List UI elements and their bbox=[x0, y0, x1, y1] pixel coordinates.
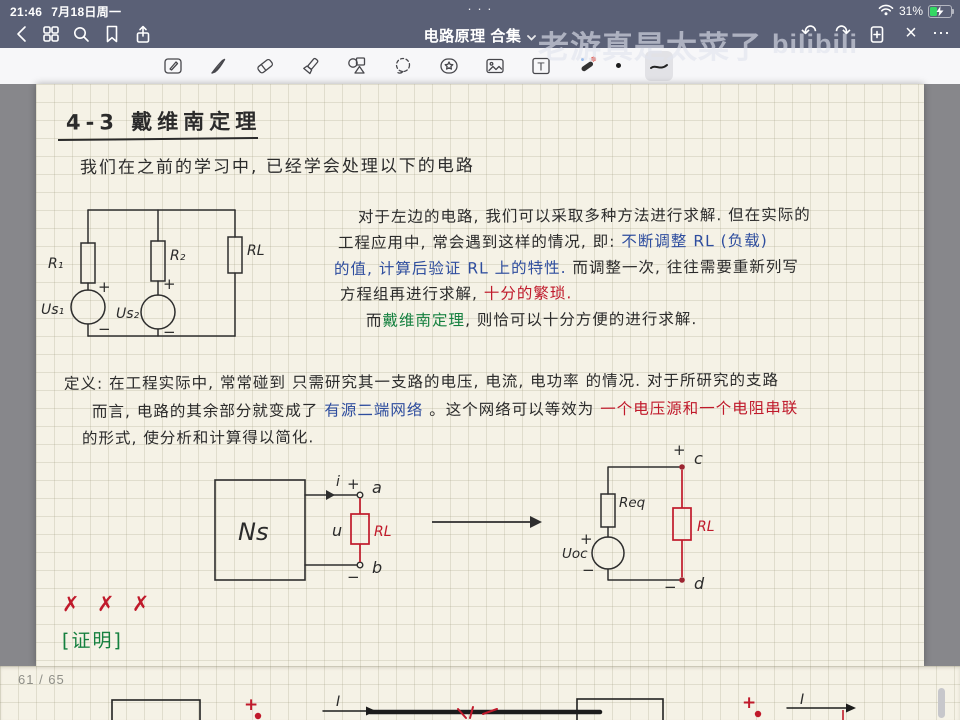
minus-sign: − bbox=[98, 320, 111, 338]
label-r1: R₁ bbox=[48, 256, 63, 272]
para-line-3: 的值, 计算后验证 RL 上的特性. 而调整一次, 往往需要重新列写 bbox=[333, 257, 799, 279]
minus-sign: − bbox=[664, 578, 677, 594]
sticker-tool-icon[interactable] bbox=[434, 51, 463, 80]
label-req: Req bbox=[619, 495, 646, 511]
notebook-page-61[interactable]: 4-3 戴维南定理 我们在之前的学习中, 已经学会处理以下的电路 R₁ Us₁ … bbox=[36, 84, 924, 666]
definition-line-2: 而言, 电路的其余部分就变成了 有源二端网络 。这个网络可以等效为 一个电压源和… bbox=[91, 399, 799, 421]
multitask-indicator: · · · bbox=[467, 1, 493, 16]
text-tool-label: T bbox=[536, 60, 544, 73]
image-tool-icon[interactable] bbox=[480, 51, 509, 80]
charging-bolt-icon bbox=[936, 5, 944, 16]
para-line-1: 对于左边的电路, 我们可以采取多种方法进行求解. 但在实际的 bbox=[357, 205, 811, 227]
intro-line: 我们在之前的学习中, 已经学会处理以下的电路 bbox=[79, 155, 475, 179]
label-node-b: b bbox=[372, 558, 382, 577]
label-node-c: c bbox=[694, 449, 703, 468]
circuit-two-sources: R₁ Us₁ R₂ Us₂ RL + − + − bbox=[41, 209, 265, 341]
label-node-d: d bbox=[694, 574, 705, 593]
plus-sign: + bbox=[580, 530, 593, 548]
status-right: 31% bbox=[878, 3, 954, 19]
notebook-page-62-partial[interactable]: I I + + bbox=[0, 666, 960, 720]
text-tool-icon[interactable]: T bbox=[526, 51, 555, 80]
definition-line-1: 定义: 在工程实际中, 常常碰到 只需研究其一支路的电压, 电流, 电功率 的情… bbox=[63, 371, 779, 393]
nav-bar: 电路原理 合集 ↶ ↷ × ⋯ bbox=[0, 20, 960, 48]
plus-sign: + bbox=[163, 275, 176, 293]
label-uoc: Uoc bbox=[562, 546, 588, 562]
pen-tool-icon[interactable] bbox=[204, 51, 233, 80]
label-u: u bbox=[332, 521, 342, 540]
heading-underline bbox=[57, 136, 259, 142]
label-rl-red: RL bbox=[374, 524, 392, 540]
redo-icon[interactable]: ↷ bbox=[830, 20, 856, 46]
highlighter-tool-icon[interactable] bbox=[296, 51, 325, 80]
laser-pointer-tool-icon[interactable] bbox=[572, 51, 601, 80]
close-icon[interactable]: × bbox=[898, 20, 924, 46]
thevenin-diagrams: Ns i a b u Req Uoc c d RL RL + − + − + − bbox=[214, 444, 715, 594]
battery-icon bbox=[928, 4, 954, 18]
plus-sign: + bbox=[98, 278, 111, 296]
label-current-I: I bbox=[336, 694, 340, 710]
undo-icon[interactable]: ↶ bbox=[796, 20, 822, 46]
label-rl-red: RL bbox=[697, 519, 715, 535]
plus-sign-red: + bbox=[244, 695, 258, 715]
more-icon[interactable]: ⋯ bbox=[928, 20, 954, 46]
drawing-toolbar: T bbox=[0, 48, 960, 85]
note-canvas[interactable]: 4-3 戴维南定理 我们在之前的学习中, 已经学会处理以下的电路 R₁ Us₁ … bbox=[0, 84, 960, 720]
shapes-tool-icon[interactable] bbox=[342, 51, 371, 80]
label-rl: RL bbox=[247, 243, 265, 259]
partial-proof-diagram: I I + + bbox=[111, 692, 856, 720]
top-bars: 21:46 7月18日周一 · · · 31% 电路原理 合集 ↶ ↷ × ⋯ bbox=[0, 0, 960, 48]
section-heading: 4-3 戴维南定理 bbox=[65, 109, 262, 135]
wifi-icon bbox=[878, 3, 894, 19]
minus-sign: − bbox=[347, 568, 360, 586]
importance-marks: ✗ ✗ ✗ bbox=[61, 591, 155, 617]
label-current-I: I bbox=[800, 692, 804, 708]
para-line-4: 方程组再进行求解, 十分的繁琐. bbox=[339, 284, 573, 304]
status-bar: 21:46 7月18日周一 · · · 31% bbox=[0, 0, 960, 20]
read-only-mode-icon[interactable] bbox=[158, 51, 187, 80]
label-us1: Us₁ bbox=[41, 302, 64, 318]
para-line-2: 工程应用中, 常会遇到这样的情况, 即: 不断调整 RL (负载) bbox=[337, 231, 768, 253]
plus-sign-red: + bbox=[742, 693, 756, 713]
label-r2: R₂ bbox=[170, 248, 186, 264]
app-screen: 21:467月18日周一 · · · 31% 电路原理 合集 ↶ ↷ × ⋯ bbox=[0, 0, 960, 720]
plus-sign: + bbox=[347, 475, 360, 493]
add-page-icon[interactable] bbox=[864, 22, 890, 46]
battery-percent: 31% bbox=[898, 4, 923, 18]
label-current-i: i bbox=[336, 474, 340, 490]
plus-sign: + bbox=[673, 444, 686, 459]
minus-sign: − bbox=[582, 561, 595, 579]
proof-label: [证明] bbox=[61, 629, 123, 653]
label-us2: Us₂ bbox=[116, 306, 140, 322]
selected-stroke-preset[interactable] bbox=[645, 51, 673, 81]
minus-sign: − bbox=[163, 323, 176, 341]
stroke-sample-icon bbox=[650, 64, 668, 69]
scrollbar-thumb[interactable] bbox=[938, 688, 945, 718]
lasso-tool-icon[interactable] bbox=[388, 51, 417, 80]
eraser-tool-icon[interactable] bbox=[250, 51, 279, 80]
label-ns: Ns bbox=[238, 518, 268, 546]
para-line-5: 而戴维南定理, 则恰可以十分方便的进行求解. bbox=[365, 310, 698, 330]
label-node-a: a bbox=[372, 478, 382, 497]
stroke-size-preset[interactable] bbox=[616, 63, 621, 68]
chevron-down-icon bbox=[527, 35, 537, 41]
page-indicator: 61 / 65 bbox=[18, 672, 65, 687]
